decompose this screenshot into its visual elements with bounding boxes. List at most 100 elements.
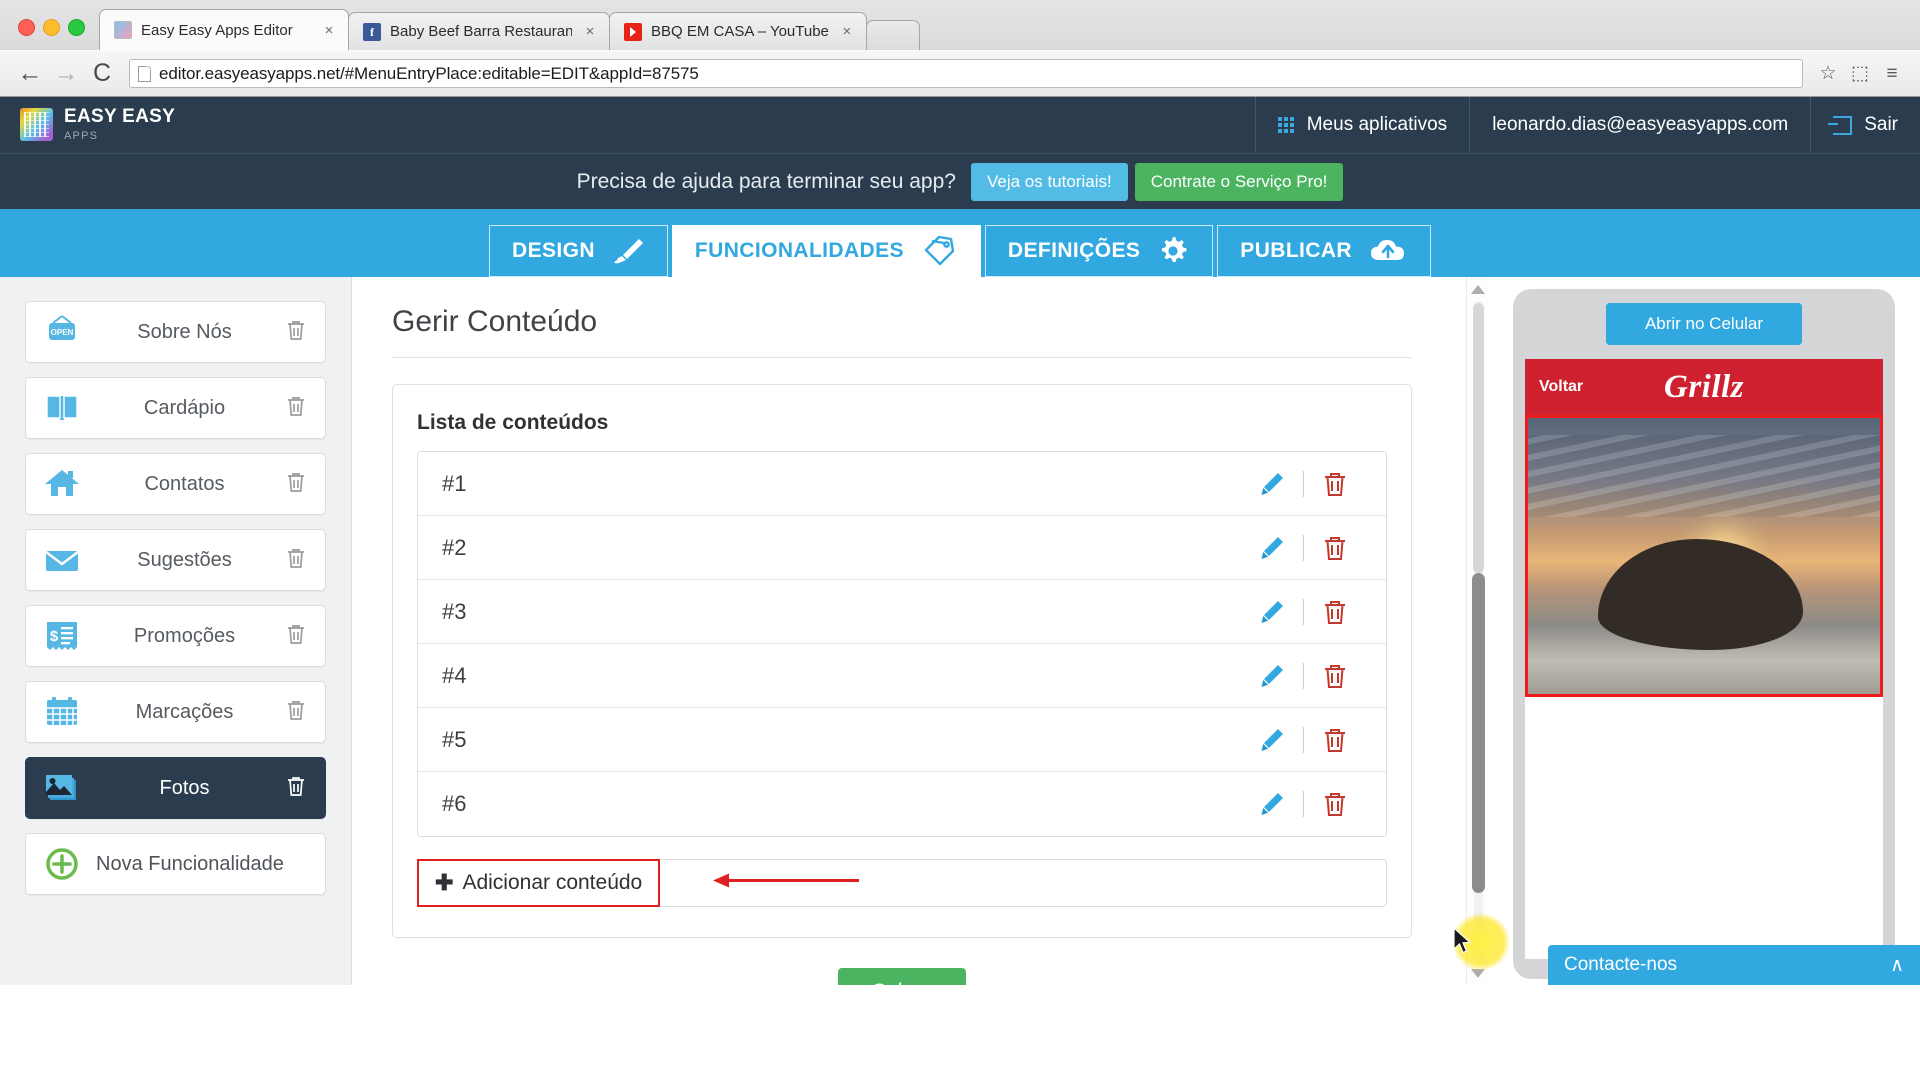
brand-logo-area[interactable]: EASY EASY APPS xyxy=(0,106,175,144)
url-input[interactable]: editor.easyeasyapps.net/#MenuEntryPlace:… xyxy=(129,59,1803,88)
main-tabbar: DESIGN FUNCIONALIDADES DEFINIÇÕES PUBLIC… xyxy=(0,209,1920,277)
window-icon[interactable]: ⬚ xyxy=(1844,58,1876,90)
youtube-favicon xyxy=(624,22,642,41)
upload-cloud-icon xyxy=(1368,237,1408,265)
logout-label: Sair xyxy=(1864,114,1898,135)
trash-icon[interactable] xyxy=(1304,469,1366,499)
save-button[interactable]: Salvar xyxy=(838,968,966,985)
new-tab-button[interactable] xyxy=(865,20,920,50)
chevron-up-icon[interactable]: ∧ xyxy=(1890,954,1904,977)
trash-icon[interactable] xyxy=(1304,533,1366,563)
main-panel: Gerir Conteúdo Lista de conteúdos #1 #2 … xyxy=(352,277,1488,985)
pencil-icon[interactable] xyxy=(1241,661,1303,691)
preview-pane: Abrir no Celular Voltar Grillz Contacte-… xyxy=(1488,277,1920,985)
table-row[interactable]: #3 xyxy=(418,580,1386,644)
scrollbar-thumb-light[interactable] xyxy=(1473,303,1484,573)
pencil-icon[interactable] xyxy=(1241,469,1303,499)
close-window-button[interactable] xyxy=(18,19,35,36)
browser-tab-2[interactable]: BBQ EM CASA – YouTube × xyxy=(609,12,867,50)
minimize-window-button[interactable] xyxy=(43,19,60,36)
close-icon[interactable]: × xyxy=(838,23,856,40)
user-email[interactable]: leonardo.dias@easyeasyapps.com xyxy=(1469,97,1810,153)
add-content-label: Adicionar conteúdo xyxy=(462,871,643,894)
scroll-down-arrow-icon[interactable] xyxy=(1467,963,1488,983)
pencil-icon[interactable] xyxy=(1241,725,1303,755)
pencil-icon[interactable] xyxy=(1241,533,1303,563)
tab-definicoes[interactable]: DEFINIÇÕES xyxy=(984,225,1214,277)
url-text: editor.easyeasyapps.net/#MenuEntryPlace:… xyxy=(159,63,699,83)
trash-icon[interactable] xyxy=(285,394,311,423)
table-row[interactable]: #2 xyxy=(418,516,1386,580)
tab-definicoes-label: DEFINIÇÕES xyxy=(1007,239,1141,262)
sidebar-item-contatos[interactable]: Contatos xyxy=(25,453,326,515)
sidebar-item-sobre-nos[interactable]: OPEN Sobre Nós xyxy=(25,301,326,363)
grid-icon xyxy=(1277,116,1295,134)
annotation-arrow-icon xyxy=(711,869,861,898)
trash-icon[interactable] xyxy=(285,470,311,499)
close-icon[interactable]: × xyxy=(320,22,338,39)
my-apps-link[interactable]: Meus aplicativos xyxy=(1254,97,1469,153)
open-sign-icon: OPEN xyxy=(40,310,84,354)
app-header: EASY EASY APPS Meus aplicativos leonardo… xyxy=(0,97,1920,153)
add-content-button[interactable]: ✚ Adicionar conteúdo xyxy=(417,859,661,907)
table-row[interactable]: #5 xyxy=(418,708,1386,772)
sidebar-item-promocoes[interactable]: $ Promoções xyxy=(25,605,326,667)
window-controls[interactable] xyxy=(12,19,99,50)
trash-icon[interactable] xyxy=(285,698,311,727)
content-scrollbar[interactable] xyxy=(1466,277,1488,985)
row-label: #2 xyxy=(442,534,467,560)
pencil-icon[interactable] xyxy=(1241,789,1303,819)
tutorials-button[interactable]: Veja os tutoriais! xyxy=(970,162,1128,201)
scroll-up-arrow-icon[interactable] xyxy=(1467,279,1488,299)
add-functionality-button[interactable]: Nova Funcionalidade xyxy=(25,833,326,895)
trash-icon[interactable] xyxy=(1304,789,1366,819)
phone-photo-preview[interactable] xyxy=(1525,415,1883,697)
row-actions xyxy=(1241,661,1366,691)
browser-menu-icon[interactable]: ≡ xyxy=(1876,58,1908,90)
tab-publicar[interactable]: PUBLICAR xyxy=(1217,225,1431,277)
trash-icon[interactable] xyxy=(1304,725,1366,755)
tab-design[interactable]: DESIGN xyxy=(489,225,668,277)
pencil-icon[interactable] xyxy=(1241,597,1303,627)
sidebar-item-cardapio[interactable]: Cardápio xyxy=(25,377,326,439)
scrollbar-thumb[interactable] xyxy=(1472,573,1485,893)
brush-icon xyxy=(611,236,645,266)
sidebar-item-label: Promoções xyxy=(133,624,236,647)
table-row[interactable]: #1 xyxy=(418,452,1386,516)
tab-funcionalidades[interactable]: FUNCIONALIDADES xyxy=(671,225,981,277)
facebook-favicon: f xyxy=(363,22,381,41)
browser-tab-0[interactable]: Easy Easy Apps Editor × xyxy=(99,9,349,50)
sidebar-item-label: Sugestões xyxy=(137,548,232,571)
phone-back-button[interactable]: Voltar xyxy=(1539,378,1583,396)
trash-icon[interactable] xyxy=(285,622,311,651)
plus-circle-icon xyxy=(40,842,84,886)
maximize-window-button[interactable] xyxy=(68,19,85,36)
close-icon[interactable]: × xyxy=(581,23,599,40)
sidebar-item-marcacoes[interactable]: Marcações xyxy=(25,681,326,743)
logout-link[interactable]: Sair xyxy=(1810,97,1920,153)
forward-button[interactable]: → xyxy=(48,56,84,92)
promo-text: Precisa de ajuda para terminar seu app? xyxy=(576,169,956,193)
open-on-mobile-button[interactable]: Abrir no Celular xyxy=(1606,303,1802,345)
trash-icon[interactable] xyxy=(1304,661,1366,691)
browser-tab-title: Baby Beef Barra Restaurant xyxy=(390,23,572,40)
contact-us-bar[interactable]: Contacte-nos ∧ xyxy=(1548,945,1920,985)
trash-icon[interactable] xyxy=(285,774,311,803)
trash-icon[interactable] xyxy=(285,546,311,575)
row-label: #1 xyxy=(442,470,467,496)
trash-icon[interactable] xyxy=(1304,597,1366,627)
trash-icon[interactable] xyxy=(285,318,311,347)
row-label: #3 xyxy=(442,598,467,624)
reload-button[interactable]: C xyxy=(84,56,120,92)
sidebar-item-fotos[interactable]: Fotos xyxy=(25,757,326,819)
photos-icon xyxy=(40,766,84,810)
hire-pro-service-button[interactable]: Contrate o Serviço Pro! xyxy=(1134,162,1344,201)
browser-tab-1[interactable]: f Baby Beef Barra Restaurant × xyxy=(348,12,610,50)
table-row[interactable]: #6 xyxy=(418,772,1386,836)
sidebar-item-sugestoes[interactable]: Sugestões xyxy=(25,529,326,591)
tab-funcionalidades-label: FUNCIONALIDADES xyxy=(694,239,904,262)
back-button[interactable]: ← xyxy=(12,56,48,92)
table-row[interactable]: #4 xyxy=(418,644,1386,708)
promo-strip: Precisa de ajuda para terminar seu app? … xyxy=(0,153,1920,209)
bookmark-star-icon[interactable]: ☆ xyxy=(1812,58,1844,90)
